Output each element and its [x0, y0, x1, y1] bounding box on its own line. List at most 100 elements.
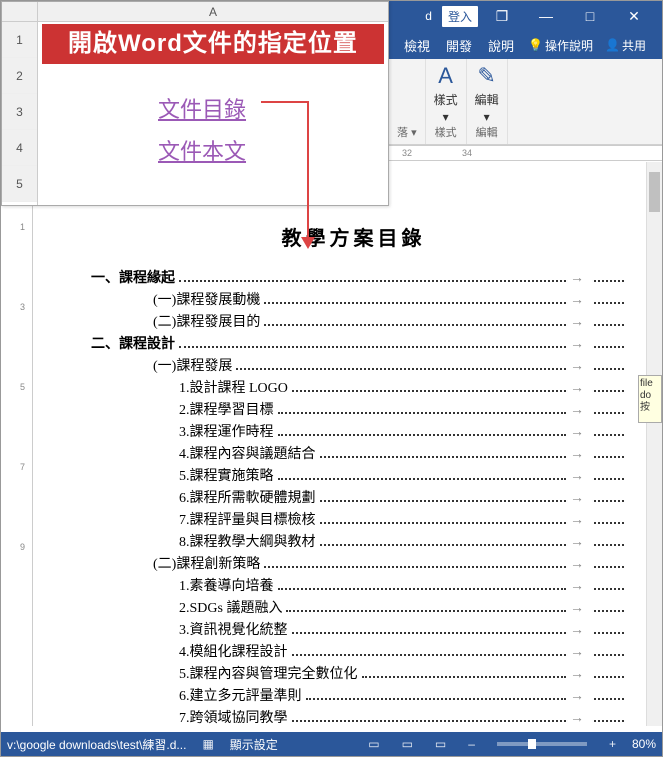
toc-entry[interactable]: 4.模組化課程設計→ — [83, 641, 624, 661]
excel-cell-area[interactable]: 開啟Word文件的指定位置 文件目錄 文件本文 — [38, 22, 388, 205]
display-settings-icon[interactable]: ▦ — [196, 737, 219, 751]
toc-entry-text: 5.課程實施策略 — [179, 465, 274, 485]
toc-leader-dots — [594, 456, 624, 458]
annotation-arrow-head — [301, 237, 315, 249]
document-area[interactable]: 教學方案目錄 一、課程緣起→(一)課程發展動機→(二)課程發展目的→二、課程設計… — [73, 162, 634, 726]
toc-entry-text: 7.跨領域協同教學 — [179, 707, 288, 726]
toc-leader-dots — [594, 676, 624, 678]
toc-entry[interactable]: 2.SDGs 議題融入→ — [83, 597, 624, 617]
excel-row-header[interactable]: 3 — [2, 94, 37, 130]
tab-arrow-icon: → — [570, 359, 584, 375]
toc-entry[interactable]: (二)課程發展目的→ — [83, 311, 624, 331]
tab-arrow-icon: → — [570, 381, 584, 397]
tell-me-button[interactable]: 💡 操作說明 — [522, 33, 599, 58]
excel-select-all-corner[interactable] — [2, 2, 38, 21]
tab-developer[interactable]: 開發 — [438, 32, 480, 59]
toc-entry[interactable]: 5.課程內容與管理完全數位化→ — [83, 663, 624, 683]
toc-leader-dots — [594, 346, 624, 348]
toc-entry-text: 1.設計課程 LOGO — [179, 377, 288, 397]
toc-leader-dots — [594, 368, 624, 370]
group-styles-caption: 樣式 — [434, 124, 458, 140]
scrollbar-thumb[interactable] — [649, 172, 660, 212]
toc-entry-text: (二)課程創新策略 — [153, 553, 260, 573]
toc-leader-dots — [306, 698, 567, 700]
window-minimize-icon[interactable]: — — [526, 8, 566, 24]
view-read-mode-icon[interactable]: ▭ — [362, 737, 385, 751]
toc-entry-text: 1.素養導向培養 — [179, 575, 274, 595]
toc-entry-text: 2.課程學習目標 — [179, 399, 274, 419]
zoom-in-button[interactable]: + — [603, 737, 622, 751]
tab-arrow-icon: → — [570, 535, 584, 551]
chevron-down-icon[interactable]: ▾ — [411, 127, 417, 139]
toc-entry-text: (一)課程發展動機 — [153, 289, 260, 309]
status-file-path: v:\google downloads\test\練習.d... — [7, 736, 186, 753]
display-settings-label[interactable]: 顯示設定 — [230, 736, 278, 753]
zoom-slider-thumb[interactable] — [528, 739, 536, 749]
window-restore-icon[interactable]: ❐ — [482, 8, 522, 25]
toc-leader-dots — [320, 522, 567, 524]
toc-entry[interactable]: (一)課程發展→ — [83, 355, 624, 375]
ribbon-group-editing[interactable]: ✎ 編輯 ▾ 編輯 — [467, 59, 508, 144]
toc-leader-dots — [278, 412, 567, 414]
toc-entry[interactable]: (一)課程發展動機 → — [83, 289, 624, 309]
excel-column-A[interactable]: A — [38, 2, 388, 21]
vertical-ruler[interactable]: 13579 — [13, 162, 33, 726]
toc-leader-dots — [594, 412, 624, 414]
excel-row-header[interactable]: 1 — [2, 22, 37, 58]
toc-entry[interactable]: 5.課程實施策略→ — [83, 465, 624, 485]
toc-entry[interactable]: 4.課程內容與議題結合→ — [83, 443, 624, 463]
toc-entry[interactable]: 2.課程學習目標 → — [83, 399, 624, 419]
toc-entry[interactable]: 1.素養導向培養→ — [83, 575, 624, 595]
toc-leader-dots — [264, 302, 566, 304]
toc-entry[interactable]: 7.課程評量與目標檢核→ — [83, 509, 624, 529]
excel-column-headers: A — [2, 2, 388, 22]
toc-entry[interactable]: 6.建立多元評量準則→ — [83, 685, 624, 705]
vertical-scrollbar[interactable] — [646, 162, 662, 726]
toc-leader-dots — [594, 610, 624, 612]
zoom-out-button[interactable]: – — [462, 737, 481, 751]
toc-leader-dots — [320, 544, 567, 546]
chevron-down-icon: ▾ — [484, 110, 490, 124]
zoom-slider[interactable] — [497, 742, 587, 746]
login-button[interactable]: 登入 — [442, 6, 478, 27]
excel-row-header[interactable]: 5 — [2, 166, 37, 202]
toc-entry[interactable]: 一、課程緣起→ — [83, 267, 624, 287]
toc-leader-dots — [292, 654, 567, 656]
zoom-level[interactable]: 80% — [632, 737, 656, 751]
toc-leader-dots — [594, 654, 624, 656]
toc-leader-dots — [594, 588, 624, 590]
toc-leader-dots — [594, 434, 624, 436]
ribbon-group-styles[interactable]: A 樣式 ▾ 樣式 — [426, 59, 467, 144]
view-print-layout-icon[interactable]: ▭ — [396, 737, 419, 751]
toc-leader-dots — [278, 588, 567, 590]
excel-row-header[interactable]: 4 — [2, 130, 37, 166]
ruler-mark: 5 — [13, 382, 32, 392]
tell-me-label: 操作說明 — [545, 37, 593, 54]
toc-entry[interactable]: 3.課程運作時程→ — [83, 421, 624, 441]
window-close-icon[interactable]: ✕ — [614, 8, 654, 25]
tab-arrow-icon: → — [570, 293, 584, 309]
tab-arrow-icon: → — [570, 403, 584, 419]
toc-entry-text: 2.SDGs 議題融入 — [179, 597, 282, 617]
tab-help[interactable]: 說明 — [480, 32, 522, 59]
toc-entry[interactable]: 7.跨領域協同教學 → — [83, 707, 624, 726]
toc-entry[interactable]: 3.資訊視覺化統整→ — [83, 619, 624, 639]
tab-view[interactable]: 檢視 — [396, 32, 438, 59]
share-button[interactable]: 👤 共用 — [599, 33, 652, 58]
toc-leader-dots — [594, 698, 624, 700]
toc-entry[interactable]: 8.課程教學大綱與教材→ — [83, 531, 624, 551]
window-maximize-icon[interactable]: □ — [570, 8, 610, 24]
ribbon-group-paragraph: . 落 ▾ — [389, 59, 426, 144]
tab-arrow-icon: → — [570, 711, 584, 726]
table-of-contents: 一、課程緣起→(一)課程發展動機→(二)課程發展目的→二、課程設計→(一)課程發… — [73, 267, 634, 726]
toc-entry[interactable]: 6.課程所需軟硬體規劃→ — [83, 487, 624, 507]
link-document-toc[interactable]: 文件目錄 — [158, 92, 246, 124]
view-web-layout-icon[interactable]: ▭ — [429, 737, 452, 751]
excel-row-header[interactable]: 2 — [2, 58, 37, 94]
toc-entry[interactable]: (二)課程創新策略→ — [83, 553, 624, 573]
editing-icon: ✎ — [477, 63, 495, 89]
toc-entry[interactable]: 二、課程設計→ — [83, 333, 624, 353]
ruler-mark: 1 — [13, 222, 32, 232]
link-document-body[interactable]: 文件本文 — [158, 134, 246, 166]
toc-entry[interactable]: 1.設計課程 LOGO → — [83, 377, 624, 397]
